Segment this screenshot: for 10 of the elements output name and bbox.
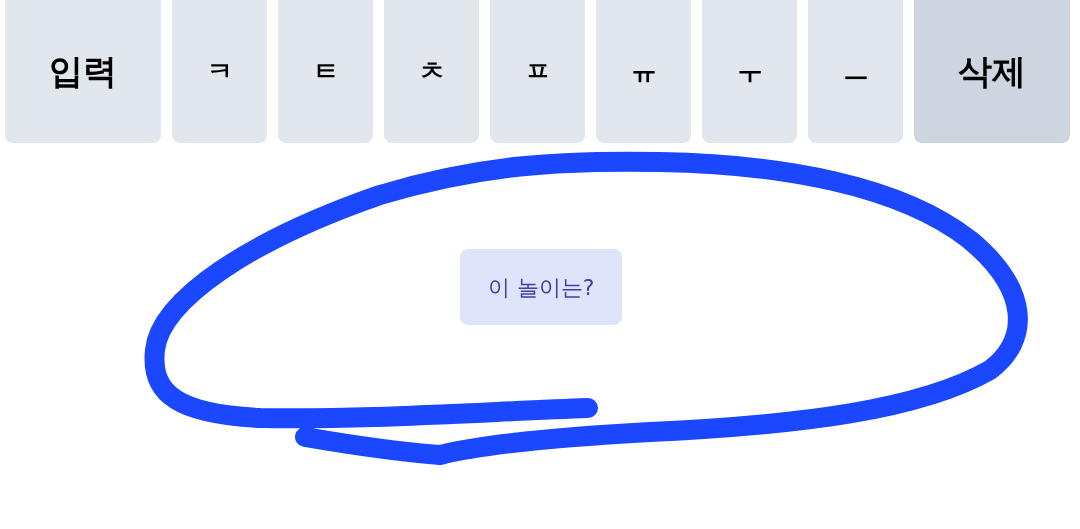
keyboard-key[interactable]: ㅠ [596, 0, 691, 143]
keyboard-key[interactable]: ㅋ [172, 0, 267, 143]
keyboard-key[interactable]: ㅍ [490, 0, 585, 143]
keyboard-key[interactable]: ㅜ [702, 0, 797, 143]
prompt-button[interactable]: 이 놀이는? [460, 249, 622, 325]
keyboard-key[interactable]: 입력 [5, 0, 161, 143]
keyboard-key[interactable]: 삭제 [914, 0, 1070, 143]
keyboard-key[interactable]: ㅌ [278, 0, 373, 143]
keyboard-key[interactable]: ㅡ [808, 0, 903, 143]
keyboard-key[interactable]: ㅊ [384, 0, 479, 143]
